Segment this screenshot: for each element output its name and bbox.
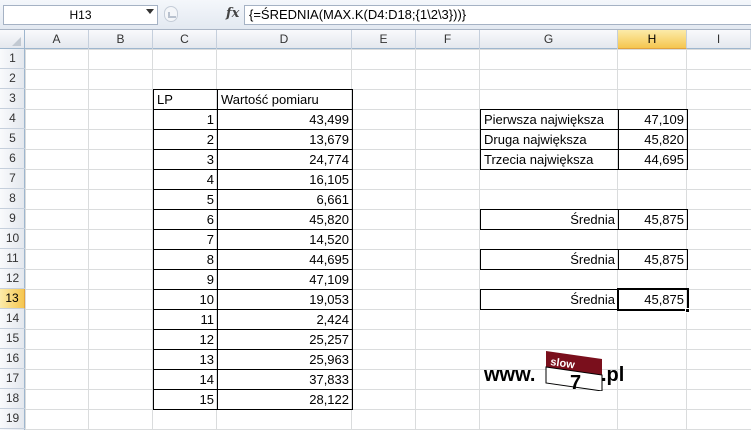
table-cell-lp[interactable]: 5 — [153, 189, 218, 210]
formula-bar: H13 fx {=ŚREDNIA(MAX.K(D4:D18;{1\2\3}))} — [0, 0, 751, 30]
row-header-14[interactable]: 14 — [0, 309, 25, 329]
average-label[interactable]: Średnia — [480, 249, 619, 270]
row-header-12[interactable]: 12 — [0, 269, 25, 289]
insert-function-icon[interactable]: fx — [226, 6, 239, 21]
table-cell-lp[interactable]: 11 — [153, 309, 218, 330]
logo-www-text: www. — [484, 364, 536, 386]
table-cell-value[interactable]: 37,833 — [217, 369, 353, 390]
table-cell-value[interactable]: 24,774 — [217, 149, 353, 170]
table-cell-lp[interactable]: 15 — [153, 389, 218, 410]
column-header-bar: ABCDEFGHI — [0, 30, 751, 49]
formula-input[interactable]: {=ŚREDNIA(MAX.K(D4:D18;{1\2\3}))} — [244, 5, 751, 25]
table-cell-lp[interactable]: 9 — [153, 269, 218, 290]
table-header-value[interactable]: Wartość pomiaru — [217, 89, 353, 110]
table-cell-lp[interactable]: 10 — [153, 289, 218, 310]
column-header-f[interactable]: F — [416, 30, 480, 49]
average-label[interactable]: Średnia — [480, 209, 619, 230]
column-header-i[interactable]: I — [687, 30, 751, 49]
row-header-6[interactable]: 6 — [0, 149, 25, 169]
row-header-2[interactable]: 2 — [0, 69, 25, 89]
table-cell-value[interactable]: 13,679 — [217, 129, 353, 150]
table-cell-lp[interactable]: 7 — [153, 229, 218, 250]
worksheet-grid[interactable]: LP Wartość pomiaru 1 43,499 2 13,679 3 24,774 4 1… — [25, 49, 751, 430]
average-label[interactable]: Średnia — [480, 289, 619, 310]
row-header-3[interactable]: 3 — [0, 89, 25, 109]
column-header-a[interactable]: A — [25, 30, 89, 49]
row-header-11[interactable]: 11 — [0, 249, 25, 269]
table-cell-lp[interactable]: 2 — [153, 129, 218, 150]
table-cell-lp[interactable]: 3 — [153, 149, 218, 170]
name-box[interactable]: H13 — [3, 5, 158, 25]
table-cell-value[interactable]: 44,695 — [217, 249, 353, 270]
table-cell-value[interactable]: 43,499 — [217, 109, 353, 130]
row-header-bar: 1 2 3 4 5 6 7 8 9 10 11 12 13 14 15 16 17 18 19 — [0, 49, 25, 430]
largest-label[interactable]: Druga największa — [480, 129, 619, 150]
row-header-10[interactable]: 10 — [0, 229, 25, 249]
slow7-logo: www. slow 7 .pl — [484, 345, 634, 395]
table-cell-value[interactable]: 47,109 — [217, 269, 353, 290]
name-box-dropdown-icon[interactable] — [146, 9, 154, 14]
table-cell-lp[interactable]: 12 — [153, 329, 218, 350]
column-header-d[interactable]: D — [217, 30, 352, 49]
table-cell-lp[interactable]: 1 — [153, 109, 218, 130]
fill-handle[interactable] — [685, 308, 690, 313]
row-header-19[interactable]: 19 — [0, 409, 25, 429]
table-cell-lp[interactable]: 8 — [153, 249, 218, 270]
table-cell-lp[interactable]: 6 — [153, 209, 218, 230]
table-cell-value[interactable]: 6,661 — [217, 189, 353, 210]
table-cell-lp[interactable]: 14 — [153, 369, 218, 390]
column-header-c[interactable]: C — [153, 30, 217, 49]
row-header-5[interactable]: 5 — [0, 129, 25, 149]
largest-label[interactable]: Pierwsza największa — [480, 109, 619, 130]
table-cell-value[interactable]: 14,520 — [217, 229, 353, 250]
column-header-b[interactable]: B — [89, 30, 153, 49]
largest-value[interactable]: 45,820 — [618, 129, 688, 150]
row-header-4[interactable]: 4 — [0, 109, 25, 129]
select-all-icon[interactable] — [0, 30, 25, 49]
row-header-18[interactable]: 18 — [0, 389, 25, 409]
row-header-1[interactable]: 1 — [0, 49, 25, 69]
row-header-8[interactable]: 8 — [0, 189, 25, 209]
largest-label[interactable]: Trzecia największa — [480, 149, 619, 170]
table-cell-value[interactable]: 25,963 — [217, 349, 353, 370]
row-header-17[interactable]: 17 — [0, 369, 25, 389]
largest-value[interactable]: 47,109 — [618, 109, 688, 130]
expand-formula-icon[interactable] — [164, 6, 178, 22]
table-cell-value[interactable]: 2,424 — [217, 309, 353, 330]
average-value[interactable]: 45,875 — [618, 249, 688, 270]
table-cell-value[interactable]: 19,053 — [217, 289, 353, 310]
average-value[interactable]: 45,875 — [618, 209, 688, 230]
table-cell-value[interactable]: 28,122 — [217, 389, 353, 410]
table-cell-value[interactable]: 25,257 — [217, 329, 353, 350]
logo-mark-icon: slow 7 — [545, 351, 603, 391]
largest-value[interactable]: 44,695 — [618, 149, 688, 170]
row-header-15[interactable]: 15 — [0, 329, 25, 349]
logo-pl-text: .pl — [601, 364, 625, 386]
column-header-g[interactable]: G — [480, 30, 618, 49]
table-cell-value[interactable]: 45,820 — [217, 209, 353, 230]
row-header-7[interactable]: 7 — [0, 169, 25, 189]
row-header-9[interactable]: 9 — [0, 209, 25, 229]
table-cell-value[interactable]: 16,105 — [217, 169, 353, 190]
logo-seven-text: 7 — [570, 372, 581, 391]
row-header-16[interactable]: 16 — [0, 349, 25, 369]
column-header-e[interactable]: E — [352, 30, 416, 49]
table-cell-lp[interactable]: 13 — [153, 349, 218, 370]
active-cell-selection[interactable] — [617, 288, 689, 311]
column-header-h[interactable]: H — [618, 30, 687, 49]
table-header-lp[interactable]: LP — [153, 89, 218, 110]
table-cell-lp[interactable]: 4 — [153, 169, 218, 190]
row-header-13[interactable]: 13 — [0, 289, 25, 309]
